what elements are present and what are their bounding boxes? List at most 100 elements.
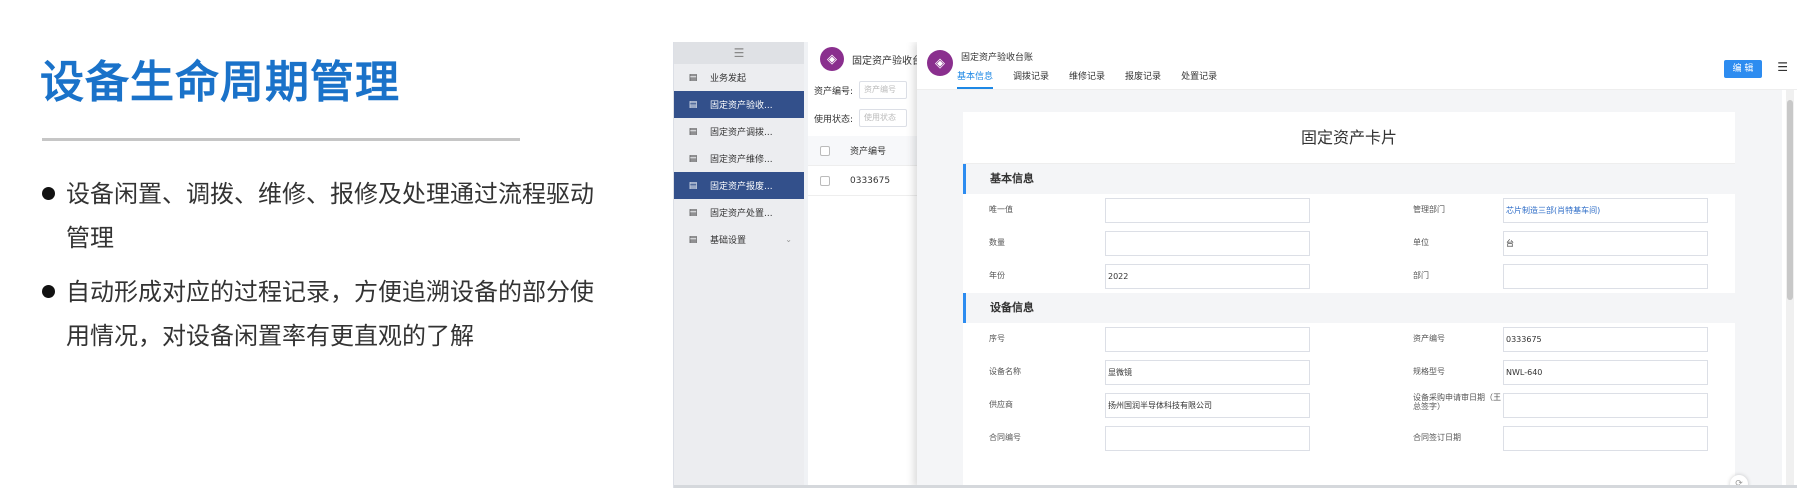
form-row: 年份 2022 部门 [963, 260, 1735, 293]
sidebar-item-label: 固定资产报废... [710, 182, 773, 192]
sidebar-item-disposal[interactable]: ▤ 固定资产处置... [674, 199, 804, 226]
list-menu-icon[interactable]: ☰ [1777, 60, 1788, 74]
tab-transfer-records[interactable]: 调拨记录 [1013, 69, 1049, 89]
document-icon: ▤ [688, 126, 698, 137]
form-row: 供应商 扬州国润半导体科技有限公司 设备采购申请审日期（王总签字） [963, 389, 1735, 422]
sidebar-item-settings[interactable]: ▤ 基础设置 ⌄ [674, 226, 804, 253]
field-label: 设备名称 [989, 367, 1021, 376]
year-field[interactable]: 2022 [1105, 264, 1310, 289]
sidebar-item-acceptance[interactable]: ▤ 固定资产验收... [674, 91, 804, 118]
usage-status-select[interactable]: 使用状态 [859, 109, 908, 127]
sidebar-item-business[interactable]: ▤ 业务发起 [674, 64, 804, 91]
field-label: 设备采购申请审日期（王总签字） [1413, 393, 1501, 411]
filter-label: 资产编号: [814, 86, 854, 97]
model-field[interactable]: NWL-640 [1503, 360, 1708, 385]
contract-date-field[interactable] [1503, 426, 1708, 451]
asset-number-field[interactable]: 0333675 [1503, 327, 1708, 352]
bullet-item: 自动形成对应的过程记录，方便追溯设备的部分使用情况，对设备闲置率有更直观的了解 [40, 270, 600, 358]
select-all-checkbox[interactable] [820, 145, 830, 156]
asset-table: 资产编号 0333675 [808, 136, 928, 196]
field-label: 资产编号 [1413, 334, 1445, 343]
bottom-scrollbar[interactable] [674, 485, 1797, 488]
sidebar-item-transfer[interactable]: ▤ 固定资产调拨... [674, 118, 804, 145]
quantity-field[interactable] [1105, 231, 1310, 256]
tab-repair-records[interactable]: 维修记录 [1069, 69, 1105, 89]
filter-row: 使用状态: 使用状态 [808, 104, 928, 132]
field-label: 序号 [989, 334, 1005, 343]
chevron-down-icon: ⌄ [785, 235, 792, 244]
list-panel-header: ◈ 固定资产验收台 [808, 42, 928, 76]
section-basic-info: 基本信息 [963, 164, 1735, 194]
scrollbar-thumb[interactable] [1787, 100, 1793, 300]
cube-logo-icon: ◈ [927, 50, 953, 76]
document-icon: ▤ [688, 180, 698, 191]
drawer-tabs: 基本信息 调拨记录 维修记录 报废记录 处置记录 [957, 69, 1237, 89]
edit-button[interactable]: 编 辑 [1724, 60, 1762, 78]
list-panel-title: 固定资产验收台 [852, 55, 922, 67]
field-label: 唯一值 [989, 205, 1013, 214]
card-title: 固定资产卡片 [963, 112, 1735, 164]
title-divider [42, 138, 520, 141]
document-icon: ▤ [688, 153, 698, 164]
filter-row: 资产编号: 资产编号 [808, 76, 928, 104]
contract-number-field[interactable] [1105, 426, 1310, 451]
form-row: 序号 资产编号 0333675 [963, 323, 1735, 356]
asset-number-input[interactable]: 资产编号 [859, 81, 908, 99]
asset-detail-drawer: ◈ 固定资产验收台账 基本信息 调拨记录 维修记录 报废记录 处置记录 编 辑 … [917, 42, 1797, 488]
sidebar-item-label: 固定资产处置... [710, 209, 773, 219]
section-equipment-info: 设备信息 [963, 293, 1735, 323]
sidebar-item-scrap[interactable]: ▤ 固定资产报废... [674, 172, 804, 199]
sidebar-item-label: 基础设置 [710, 236, 747, 246]
field-label: 数量 [989, 238, 1005, 247]
document-icon: ▤ [688, 207, 698, 218]
field-label: 单位 [1413, 238, 1429, 247]
row-checkbox[interactable] [820, 175, 830, 186]
form-row: 设备名称 显微镜 规格型号 NWL-640 [963, 356, 1735, 389]
sidebar-item-label: 固定资产验收... [710, 101, 773, 111]
bullet-list: 设备闲置、调拨、维修、报修及处理通过流程驱动管理 自动形成对应的过程记录，方便追… [40, 172, 600, 368]
sidebar-item-label: 固定资产调拨... [710, 128, 773, 138]
vertical-scrollbar[interactable] [1786, 90, 1794, 488]
sidebar: ☰ ▤ 业务发起 ▤ 固定资产验收... ▤ 固定资产调拨... ▤ 固定资产维… [674, 42, 804, 488]
slide-title: 设备生命周期管理 [40, 57, 400, 108]
drawer-title: 固定资产验收台账 [961, 53, 1034, 63]
sidebar-item-repair[interactable]: ▤ 固定资产维修... [674, 145, 804, 172]
table-header-row: 资产编号 [808, 136, 928, 166]
field-label: 年份 [989, 271, 1005, 280]
document-icon: ▤ [688, 72, 698, 83]
field-label: 部门 [1413, 271, 1429, 280]
sidebar-item-label: 业务发起 [710, 74, 747, 84]
purchase-date-field[interactable] [1503, 393, 1708, 418]
app-screenshot: ☰ ▤ 业务发起 ▤ 固定资产验收... ▤ 固定资产调拨... ▤ 固定资产维… [673, 42, 1797, 488]
tab-basic-info[interactable]: 基本信息 [957, 69, 994, 89]
form-row: 合同编号 合同签订日期 [963, 422, 1735, 455]
field-label: 供应商 [989, 400, 1013, 409]
document-icon: ▤ [688, 99, 698, 110]
sidebar-item-label: 固定资产维修... [710, 155, 773, 165]
management-dept-field[interactable]: 芯片制造三部(肖特基车间) [1503, 198, 1708, 223]
drawer-header: ◈ 固定资产验收台账 基本信息 调拨记录 维修记录 报废记录 处置记录 编 辑 … [917, 42, 1797, 90]
field-label: 合同签订日期 [1413, 433, 1461, 442]
tab-disposal-records[interactable]: 处置记录 [1181, 69, 1217, 89]
asset-card: 固定资产卡片 基本信息 唯一值 管理部门 芯片制造三部(肖特基车间) 数量 单位… [963, 112, 1735, 488]
field-label: 规格型号 [1413, 367, 1445, 376]
field-label: 合同编号 [989, 433, 1021, 442]
tab-scrap-records[interactable]: 报废记录 [1125, 69, 1161, 89]
asset-list-panel: ◈ 固定资产验收台 资产编号: 资产编号 使用状态: 使用状态 资产编号 033… [808, 42, 928, 488]
table-cell: 0333675 [850, 175, 891, 186]
bullet-item: 设备闲置、调拨、维修、报修及处理通过流程驱动管理 [40, 172, 600, 260]
form-row: 唯一值 管理部门 芯片制造三部(肖特基车间) [963, 194, 1735, 227]
unique-value-field[interactable] [1105, 198, 1310, 223]
unit-field[interactable]: 台 [1503, 231, 1708, 256]
serial-field[interactable] [1105, 327, 1310, 352]
field-label: 管理部门 [1413, 205, 1445, 214]
equipment-name-field[interactable]: 显微镜 [1105, 360, 1310, 385]
cube-logo-icon: ◈ [820, 47, 844, 71]
form-row: 数量 单位 台 [963, 227, 1735, 260]
table-row[interactable]: 0333675 [808, 166, 928, 196]
supplier-field[interactable]: 扬州国润半导体科技有限公司 [1105, 393, 1310, 418]
document-icon: ▤ [688, 234, 698, 245]
menu-toggle-icon[interactable]: ☰ [674, 42, 804, 64]
column-header: 资产编号 [850, 147, 887, 157]
department-field[interactable] [1503, 264, 1708, 289]
